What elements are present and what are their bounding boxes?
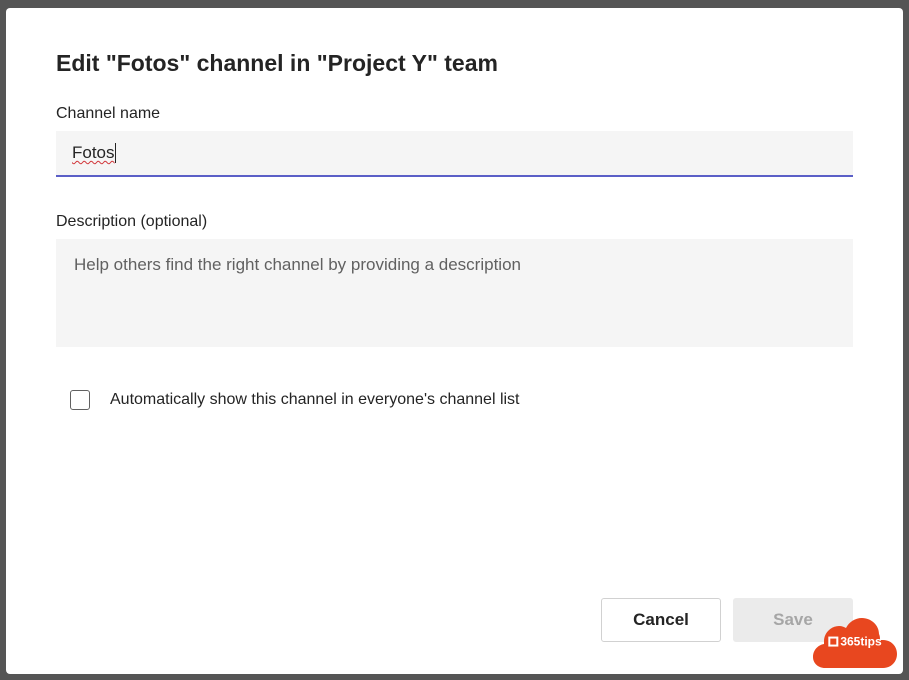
watermark-text: 365tips bbox=[828, 635, 881, 649]
dialog-footer: Cancel Save bbox=[56, 598, 853, 642]
auto-show-checkbox[interactable] bbox=[70, 390, 90, 410]
watermark-badge: 365tips bbox=[813, 614, 897, 668]
cancel-button[interactable]: Cancel bbox=[601, 598, 721, 642]
description-label: Description (optional) bbox=[56, 213, 853, 231]
auto-show-label: Automatically show this channel in every… bbox=[110, 391, 520, 409]
channel-name-label: Channel name bbox=[56, 105, 853, 123]
description-input[interactable] bbox=[56, 239, 853, 347]
office-icon bbox=[828, 637, 838, 647]
channel-name-input-wrap: Fotos bbox=[56, 131, 853, 177]
dialog-title: Edit "Fotos" channel in "Project Y" team bbox=[56, 50, 853, 77]
channel-name-input[interactable] bbox=[56, 131, 853, 177]
edit-channel-dialog: Edit "Fotos" channel in "Project Y" team… bbox=[6, 8, 903, 674]
description-wrap: Description (optional) bbox=[56, 213, 853, 352]
auto-show-row: Automatically show this channel in every… bbox=[56, 390, 853, 410]
